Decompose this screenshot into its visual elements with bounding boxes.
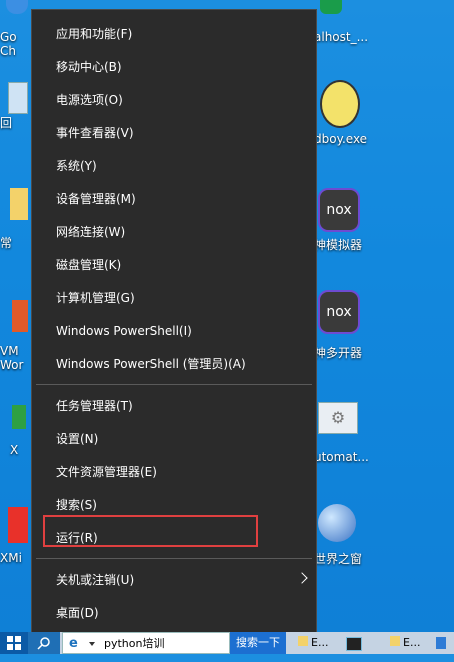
menu-item-label: Windows PowerShell (管理员)(A) xyxy=(56,357,246,371)
menu-item-settings[interactable]: 设置(N) xyxy=(32,424,316,454)
desktop-icon-label: dboy.exe xyxy=(314,132,368,146)
menu-item-network-connections[interactable]: 网络连接(W) xyxy=(32,217,316,247)
desktop-icon-label: Wor xyxy=(0,358,24,372)
desktop-icon-xshell[interactable]: X xyxy=(0,405,30,457)
chevron-right-icon xyxy=(296,572,308,584)
desktop-icon-folder[interactable]: 常 xyxy=(0,188,30,250)
globe-icon xyxy=(318,504,356,542)
menu-item-task-manager[interactable]: 任务管理器(T) xyxy=(32,391,316,421)
desktop-icon-label: VM xyxy=(0,344,19,358)
desktop-icon-label: 神模拟器 xyxy=(314,238,363,252)
app-icon xyxy=(346,637,362,651)
desktop-icon-automation[interactable]: ⚙ utomat... xyxy=(314,402,384,464)
menu-item-device-manager[interactable]: 设备管理器(M) xyxy=(32,184,316,214)
run-highlight-box xyxy=(43,515,258,547)
desktop-icon-label: 常 xyxy=(0,236,13,250)
taskbar-app-label: E... xyxy=(403,636,421,649)
menu-item-powershell[interactable]: Windows PowerShell(I) xyxy=(32,316,316,346)
menu-item-label: 设置(N) xyxy=(56,432,99,446)
folder-icon xyxy=(10,188,28,220)
menu-item-apps-features[interactable]: 应用和功能(F) xyxy=(32,19,316,49)
app-icon xyxy=(320,0,342,14)
desktop-icon-label: XMi xyxy=(0,551,22,565)
xshell-icon xyxy=(12,405,26,429)
recycle-bin-icon xyxy=(8,82,28,114)
menu-item-label: 磁盘管理(K) xyxy=(56,258,122,272)
menu-separator xyxy=(36,558,312,559)
desktop-icon-dboy[interactable]: dboy.exe xyxy=(314,80,384,146)
xmind-icon xyxy=(8,507,28,543)
menu-item-shutdown-signout[interactable]: 关机或注销(U) xyxy=(32,565,316,595)
ie-icon: e xyxy=(69,636,78,651)
menu-item-desktop[interactable]: 桌面(D) xyxy=(32,598,316,628)
taskbar: e python培训 搜索一下 E... E... xyxy=(0,632,454,654)
menu-item-label: 搜索(S) xyxy=(56,498,97,512)
search-icon xyxy=(37,637,50,650)
desktop-icon-xmind[interactable]: XMi xyxy=(0,507,30,565)
app-icon xyxy=(436,637,446,649)
desktop-icon-theworld[interactable]: 世界之窗 xyxy=(314,504,384,566)
taskbar-app-explorer[interactable]: E... xyxy=(298,632,334,654)
desktop-icon-recycle[interactable]: 回 xyxy=(0,82,30,130)
windows-logo-icon xyxy=(7,636,21,650)
desktop-icon-nox[interactable]: nox 神模拟器 xyxy=(314,188,384,252)
desktop-icon-label: 世界之窗 xyxy=(314,552,363,566)
taskbar-search-icon[interactable] xyxy=(28,632,60,654)
menu-item-label: 电源选项(O) xyxy=(56,93,123,107)
menu-item-disk-management[interactable]: 磁盘管理(K) xyxy=(32,250,316,280)
desktop-icon-label: utomat... xyxy=(314,450,369,464)
menu-item-label: 桌面(D) xyxy=(56,606,99,620)
menu-item-file-explorer[interactable]: 文件资源管理器(E) xyxy=(32,457,316,487)
desktop-icon-localhost[interactable]: alhost_... xyxy=(314,0,384,44)
desktop-icon-label: Go xyxy=(0,30,17,44)
desktop-icon-nox-multi[interactable]: nox 神多开器 xyxy=(314,290,384,360)
menu-item-label: 文件资源管理器(E) xyxy=(56,465,157,479)
menu-item-powershell-admin[interactable]: Windows PowerShell (管理员)(A) xyxy=(32,349,316,379)
chrome-icon xyxy=(6,0,28,14)
menu-item-system[interactable]: 系统(Y) xyxy=(32,151,316,181)
gear-window-icon: ⚙ xyxy=(318,402,358,434)
search-go-button[interactable]: 搜索一下 xyxy=(230,632,286,654)
taskbar-app-misc[interactable] xyxy=(436,632,454,654)
menu-item-power-options[interactable]: 电源选项(O) xyxy=(32,85,316,115)
nox-multi-icon: nox xyxy=(318,290,360,334)
taskbar-app-explorer-2[interactable]: E... xyxy=(390,632,426,654)
desktop-icon-chrome[interactable]: Go Ch xyxy=(0,0,30,58)
menu-item-label: 系统(Y) xyxy=(56,159,97,173)
taskbar-app-pycharm[interactable] xyxy=(346,632,378,654)
menu-item-event-viewer[interactable]: 事件查看器(V) xyxy=(32,118,316,148)
menu-item-label: 应用和功能(F) xyxy=(56,27,133,41)
menu-item-label: 关机或注销(U) xyxy=(56,573,135,587)
face-icon xyxy=(320,80,360,128)
menu-item-label: Windows PowerShell(I) xyxy=(56,324,192,338)
menu-item-label: 设备管理器(M) xyxy=(56,192,136,206)
nox-icon: nox xyxy=(318,188,360,232)
desktop-icon-vmware[interactable]: VM Wor xyxy=(0,300,30,372)
desktop-icon-label: 回 xyxy=(0,116,13,130)
desktop-icon-label: 神多开器 xyxy=(314,346,363,360)
folder-icon xyxy=(390,636,400,646)
vmware-icon xyxy=(12,300,28,332)
desktop-icon-label: X xyxy=(10,443,19,457)
search-dropdown-icon xyxy=(88,642,95,646)
menu-item-label: 任务管理器(T) xyxy=(56,399,133,413)
menu-separator xyxy=(36,384,312,385)
taskbar-app-label: E... xyxy=(311,636,329,649)
menu-item-computer-management[interactable]: 计算机管理(G) xyxy=(32,283,316,313)
taskbar-search-box[interactable]: e python培训 xyxy=(62,632,230,654)
search-query-text: python培训 xyxy=(104,637,165,650)
menu-item-label: 事件查看器(V) xyxy=(56,126,134,140)
desktop-icon-label: alhost_... xyxy=(314,30,369,44)
desktop-icon-label: Ch xyxy=(0,44,16,58)
menu-item-mobility-center[interactable]: 移动中心(B) xyxy=(32,52,316,82)
windows-start-button[interactable] xyxy=(0,632,28,654)
menu-item-label: 网络连接(W) xyxy=(56,225,126,239)
menu-item-label: 计算机管理(G) xyxy=(56,291,135,305)
menu-item-label: 移动中心(B) xyxy=(56,60,122,74)
search-go-label: 搜索一下 xyxy=(236,636,280,649)
folder-icon xyxy=(298,636,308,646)
